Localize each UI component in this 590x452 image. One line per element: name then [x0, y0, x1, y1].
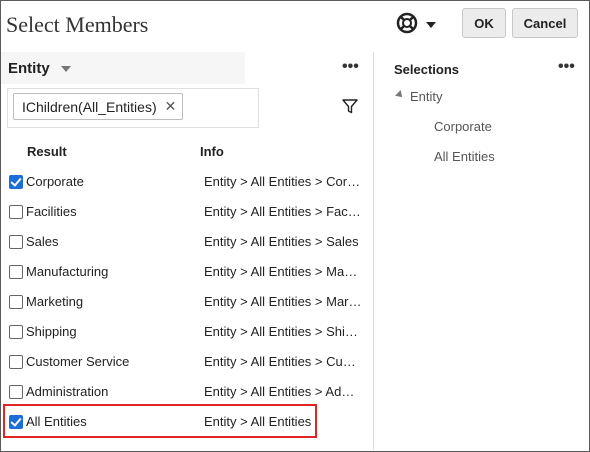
- row-checkbox[interactable]: [9, 325, 23, 339]
- row-result: Marketing: [26, 294, 84, 309]
- tree-node-corporate[interactable]: Corporate: [434, 119, 492, 134]
- row-result: Facilities: [26, 204, 77, 219]
- row-info: Entity > All Entities > Sales: [204, 234, 359, 249]
- lifebuoy-icon: [396, 12, 418, 39]
- row-result: All Entities: [26, 414, 87, 429]
- row-result: Customer Service: [26, 354, 130, 369]
- column-header-result[interactable]: Result: [27, 144, 67, 159]
- chevron-down-icon: [426, 16, 436, 34]
- table-row[interactable]: Shipping Entity > All Entities > Shippin…: [1, 317, 371, 347]
- filter-icon[interactable]: [342, 99, 358, 119]
- row-info: Entity > All Entities > Facilities: [204, 204, 362, 219]
- row-info: Entity > All Entities > Shipping: [204, 324, 362, 339]
- table-row[interactable]: Corporate Entity > All Entities > Corpor…: [1, 167, 371, 197]
- row-result: Sales: [26, 234, 59, 249]
- row-checkbox[interactable]: [9, 205, 23, 219]
- row-result: Administration: [26, 384, 109, 399]
- caret-down-icon[interactable]: [61, 66, 71, 72]
- row-result: Corporate: [26, 174, 84, 189]
- selections-title: Selections: [394, 62, 460, 77]
- row-checkbox[interactable]: [9, 415, 23, 429]
- tree-node-entity[interactable]: Entity: [410, 89, 443, 104]
- row-info: Entity > All Entities > Marketing: [204, 294, 362, 309]
- table-row[interactable]: Administration Entity > All Entities > A…: [1, 377, 371, 407]
- dimension-label[interactable]: Entity: [8, 60, 50, 77]
- row-result: Manufacturing: [26, 264, 109, 279]
- remove-chip-icon[interactable]: ✕: [165, 98, 177, 115]
- more-options-icon[interactable]: •••: [342, 58, 359, 76]
- ok-button[interactable]: OK: [462, 8, 506, 38]
- row-info: Entity > All Entities: [204, 414, 312, 429]
- row-checkbox[interactable]: [9, 355, 23, 369]
- row-checkbox[interactable]: [9, 235, 23, 249]
- table-row[interactable]: Marketing Entity > All Entities > Market…: [1, 287, 371, 317]
- row-checkbox[interactable]: [9, 295, 23, 309]
- row-result: Shipping: [26, 324, 77, 339]
- table-row[interactable]: All Entities Entity > All Entities: [1, 407, 371, 437]
- filter-chip: IChildren(All_Entities) ✕: [13, 93, 184, 120]
- table-row[interactable]: Facilities Entity > All Entities > Facil…: [1, 197, 371, 227]
- column-header-info[interactable]: Info: [200, 144, 224, 159]
- table-row[interactable]: Sales Entity > All Entities > Sales: [1, 227, 371, 257]
- cancel-button[interactable]: Cancel: [512, 8, 578, 38]
- table-row[interactable]: Customer Service Entity > All Entities >…: [1, 347, 371, 377]
- panel-divider: [373, 52, 374, 450]
- row-checkbox[interactable]: [9, 265, 23, 279]
- row-checkbox[interactable]: [9, 175, 23, 189]
- row-checkbox[interactable]: [9, 385, 23, 399]
- help-menu-button[interactable]: [396, 12, 444, 38]
- row-info: Entity > All Entities > Customer Service: [204, 354, 362, 369]
- row-info: Entity > All Entities > Administration: [204, 384, 362, 399]
- dialog-title: Select Members: [6, 12, 149, 37]
- more-options-icon[interactable]: •••: [558, 58, 575, 76]
- row-info: Entity > All Entities > Manufacturing: [204, 264, 362, 279]
- row-info: Entity > All Entities > Corporate: [204, 174, 362, 189]
- tree-node-all-entities[interactable]: All Entities: [434, 149, 495, 164]
- filter-chip-label: IChildren(All_Entities): [22, 98, 157, 115]
- table-row[interactable]: Manufacturing Entity > All Entities > Ma…: [1, 257, 371, 287]
